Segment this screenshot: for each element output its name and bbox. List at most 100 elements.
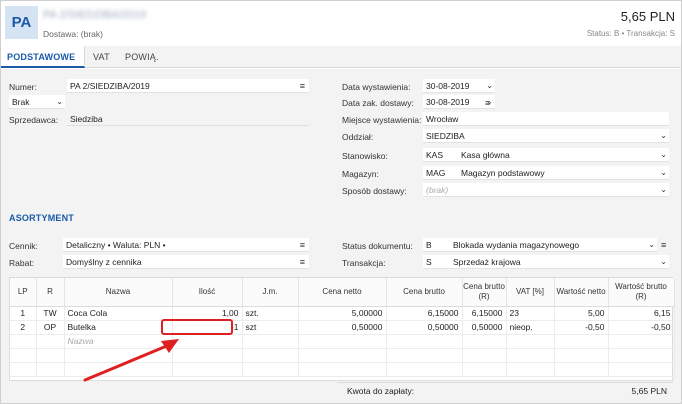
document-amount: 5,65 PLN — [620, 9, 675, 24]
menu-icon[interactable]: ≡ — [661, 238, 666, 252]
sposob-dostawy-label: Sposób dostawy: — [342, 186, 407, 196]
chevron-down-icon[interactable]: ⌄ — [486, 79, 493, 92]
document-title: PA 2/SIEDZIBA/2019 — [43, 9, 147, 21]
stanowisko-code: KAS — [426, 150, 444, 160]
numer-label: Numer: — [9, 82, 37, 92]
asortyment-section-title: ASORTYMENT — [9, 213, 74, 223]
empty-row — [10, 348, 675, 363]
brak-select[interactable]: Brak ⌄ — [9, 95, 65, 109]
document-type-avatar: PA — [5, 6, 38, 39]
cell-wartosc-netto: -0,50 — [554, 320, 609, 335]
cell-empty — [36, 334, 65, 349]
cennik-label: Cennik: — [9, 241, 38, 251]
status-dokumentu-label: Status dokumentu: — [342, 241, 413, 251]
transakcja-label: Transakcja: — [342, 258, 386, 268]
tab-podstawowe[interactable]: PODSTAWOWE — [1, 46, 85, 68]
stanowisko-label: Stanowisko: — [342, 151, 388, 161]
miejsce-wystawienia-value: Wrocław — [426, 114, 459, 124]
total-value: 5,65 PLN — [631, 386, 667, 396]
tab-powiazania[interactable]: POWIĄ. — [125, 46, 165, 68]
chevron-down-icon: ⌄ — [660, 257, 667, 266]
data-wystawienia-field[interactable]: 30-08-2019 ⌄ — [423, 79, 495, 93]
new-item-row[interactable]: Nazwa — [10, 334, 675, 349]
status-dokumentu-select[interactable]: B Blokada wydania magazynowego ⌄ — [423, 238, 657, 252]
sposob-dostawy-select[interactable]: (brak) ⌄ — [423, 183, 669, 197]
magazyn-name: Magazyn podstawowy — [461, 168, 545, 178]
miejsce-wystawienia-field[interactable]: Wrocław — [423, 112, 669, 126]
cell-empty — [172, 334, 243, 349]
menu-icon[interactable]: ≡ — [300, 255, 305, 268]
table-row[interactable]: 1 TW Coca Cola 1,00 szt. 5,00000 6,15000… — [10, 306, 675, 321]
stanowisko-select[interactable]: KAS Kasa główna ⌄ — [423, 148, 669, 162]
column-header[interactable]: J.m. — [242, 278, 299, 307]
column-header[interactable]: Cena brutto (R) — [462, 278, 507, 307]
grid-header-row: LP R Nazwa Ilość J.m. Cena netto Cena br… — [10, 278, 675, 307]
column-header[interactable]: Nazwa — [64, 278, 173, 307]
column-header[interactable]: Wartość netto — [554, 278, 609, 307]
cell-cena-brutto-r[interactable]: 6,15000 — [462, 306, 507, 321]
menu-icon[interactable]: ≡ — [485, 96, 490, 110]
column-header[interactable]: Cena netto — [298, 278, 387, 307]
document-header: PA PA 2/SIEDZIBA/2019 Dostawa: (brak) 5,… — [1, 1, 681, 44]
cell-cena-brutto[interactable]: 0,50000 — [386, 320, 463, 335]
oddzial-value: SIEDZIBA — [426, 131, 465, 141]
numer-value: PA 2/SIEDZIBA/2019 — [70, 81, 150, 91]
cell-wartosc-netto: 5,00 — [554, 306, 609, 321]
cell-r: OP — [36, 320, 65, 335]
cell-wartosc-brutto: -0,50 — [608, 320, 675, 335]
cell-lp: 1 — [10, 306, 37, 321]
cell-jm[interactable]: szt — [242, 320, 299, 335]
total-label: Kwota do zapłaty: — [347, 386, 415, 396]
sprzedawca-label: Sprzedawca: — [9, 115, 59, 125]
cell-wartosc-brutto: 6,15 — [608, 306, 675, 321]
cell-empty — [554, 334, 609, 349]
magazyn-label: Magazyn: — [342, 169, 379, 179]
oddzial-select[interactable]: SIEDZIBA ⌄ — [423, 129, 669, 143]
numer-field[interactable]: PA 2/SIEDZIBA/2019 ≡ — [67, 79, 309, 93]
column-header[interactable]: Cena brutto — [386, 278, 463, 307]
cell-nazwa[interactable]: Butelka — [64, 320, 173, 335]
cell-cena-netto[interactable]: 5,00000 — [298, 306, 387, 321]
cell-lp: 2 — [10, 320, 37, 335]
menu-icon[interactable]: ≡ — [300, 238, 305, 251]
menu-icon[interactable]: ≡ — [300, 79, 305, 92]
chevron-down-icon: ⌄ — [660, 168, 667, 177]
rabat-value: Domyślny z cennika — [66, 257, 142, 267]
cell-cena-netto[interactable]: 0,50000 — [298, 320, 387, 335]
column-header[interactable]: VAT [%] — [506, 278, 555, 307]
tab-bar: PODSTAWOWE VAT POWIĄ. — [1, 46, 681, 68]
cell-r: TW — [36, 306, 65, 321]
magazyn-select[interactable]: MAG Magazyn podstawowy ⌄ — [423, 166, 669, 180]
chevron-down-icon: ⌄ — [660, 131, 667, 140]
new-item-name-input[interactable]: Nazwa — [64, 334, 173, 349]
transakcja-name: Sprzedaż krajowa — [453, 257, 521, 267]
column-header[interactable]: R — [36, 278, 65, 307]
rabat-field[interactable]: Domyślny z cennika ≡ — [63, 255, 309, 269]
column-header[interactable]: Wartość brutto (R) — [608, 278, 675, 307]
status-name: Blokada wydania magazynowego — [453, 240, 580, 250]
cell-cena-brutto-r[interactable]: 0,50000 — [462, 320, 507, 335]
transakcja-code: S — [426, 257, 432, 267]
magazyn-code: MAG — [426, 168, 446, 178]
miejsce-wystawienia-label: Miejsce wystawienia: — [342, 115, 422, 125]
tab-vat[interactable]: VAT — [93, 46, 121, 68]
chevron-down-icon: ⌄ — [660, 185, 667, 194]
cell-cena-brutto[interactable]: 6,15000 — [386, 306, 463, 321]
cell-vat[interactable]: 23 — [506, 306, 555, 321]
data-zak-dostawy-value: 30-08-2019 — [426, 97, 470, 107]
cell-nazwa[interactable]: Coca Cola — [64, 306, 173, 321]
cell-empty — [10, 334, 37, 349]
column-header[interactable]: LP — [10, 278, 37, 307]
sposob-dostawy-placeholder: (brak) — [426, 185, 449, 195]
cell-ilosc[interactable]: 1,00 — [172, 306, 243, 321]
rabat-label: Rabat: — [9, 258, 35, 268]
items-grid: LP R Nazwa Ilość J.m. Cena netto Cena br… — [9, 277, 675, 381]
data-wystawienia-label: Data wystawienia: — [342, 82, 411, 92]
cell-jm[interactable]: szt. — [242, 306, 299, 321]
cell-vat[interactable]: nieop. — [506, 320, 555, 335]
transakcja-select[interactable]: S Sprzedaż krajowa ⌄ — [423, 255, 669, 269]
column-header[interactable]: Ilość — [172, 278, 243, 307]
table-row[interactable]: 2 OP Butelka -1 szt 0,50000 0,50000 0,50… — [10, 320, 675, 335]
document-window: PA PA 2/SIEDZIBA/2019 Dostawa: (brak) 5,… — [0, 0, 682, 404]
cennik-field[interactable]: Detaliczny • Waluta: PLN • ≡ — [63, 238, 309, 252]
